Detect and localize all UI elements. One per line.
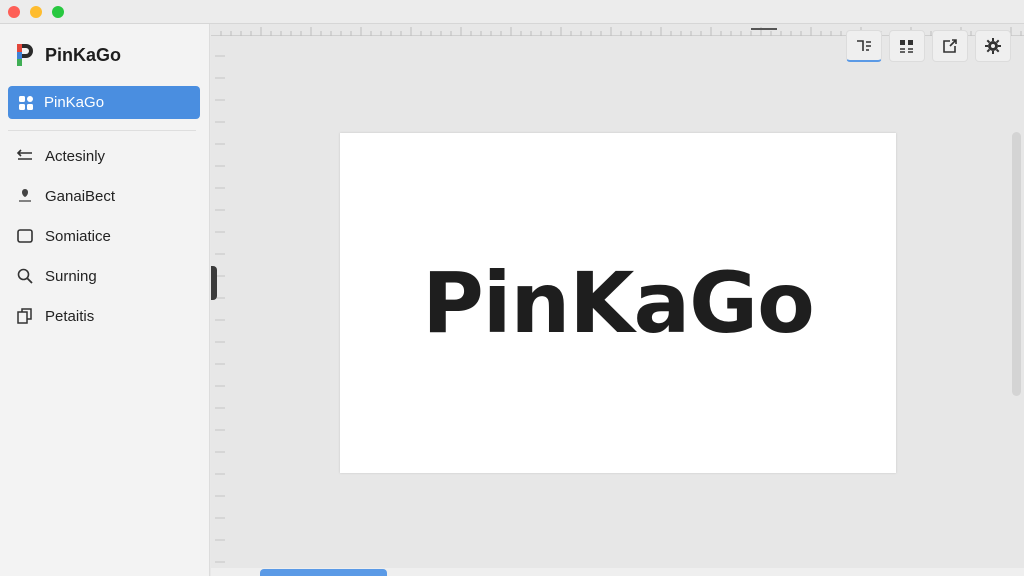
settings-button[interactable] bbox=[975, 30, 1011, 62]
sidebar-item-label: Surning bbox=[45, 267, 97, 285]
window-close-button[interactable] bbox=[8, 6, 20, 18]
text-align-icon bbox=[857, 39, 871, 51]
horizontal-scrollbar[interactable] bbox=[260, 569, 387, 576]
sidebar-item-label: Actesinly bbox=[45, 147, 106, 165]
export-icon bbox=[943, 39, 957, 53]
sidebar-item-pinkago[interactable]: PinKaGo bbox=[8, 86, 200, 119]
text-align-button[interactable] bbox=[846, 30, 882, 62]
square-icon bbox=[16, 227, 34, 245]
export-button[interactable] bbox=[932, 30, 968, 62]
sidebar-item-label: Petaitis bbox=[45, 307, 95, 325]
pin-icon bbox=[16, 187, 34, 205]
sidebar-item-label: PinKaGo bbox=[44, 94, 105, 111]
app-name: PinKaGo bbox=[45, 44, 122, 65]
sidebar-item-petaitis[interactable]: Petaitis bbox=[0, 296, 210, 336]
search-icon bbox=[16, 267, 34, 285]
window-maximize-button[interactable] bbox=[52, 6, 64, 18]
sidebar-item-surning[interactable]: Surning bbox=[0, 256, 210, 296]
gear-icon bbox=[985, 38, 1001, 54]
sidebar: PinKaGo PinKaGo Actesinly GanaiBect Somi… bbox=[0, 24, 210, 576]
panel-resize-handle[interactable] bbox=[211, 266, 217, 300]
columns-button[interactable] bbox=[889, 30, 925, 62]
sidebar-item-ganaibect[interactable]: GanaiBect bbox=[0, 176, 210, 216]
title-bar bbox=[0, 0, 1024, 24]
copy-icon bbox=[16, 307, 34, 325]
sidebar-item-actesinly[interactable]: Actesinly bbox=[0, 136, 210, 176]
sidebar-item-somiatice[interactable]: Somiatice bbox=[0, 216, 210, 256]
window-minimize-button[interactable] bbox=[30, 6, 42, 18]
columns-icon bbox=[900, 40, 913, 53]
design-canvas[interactable]: PinKaGo bbox=[340, 133, 896, 473]
vertical-scrollbar[interactable] bbox=[1012, 132, 1021, 396]
canvas-toolbar bbox=[846, 30, 1018, 64]
brand: PinKaGo bbox=[14, 42, 121, 68]
arrow-left-lines-icon bbox=[16, 147, 34, 165]
sidebar-item-label: Somiatice bbox=[45, 227, 111, 245]
app-logo-icon bbox=[17, 44, 33, 66]
sidebar-item-label: GanaiBect bbox=[45, 187, 116, 205]
grid-icon bbox=[19, 95, 33, 110]
sidebar-divider bbox=[8, 130, 196, 131]
sidebar-nav: Actesinly GanaiBect Somiatice Surning Pe… bbox=[0, 136, 210, 336]
left-ruler bbox=[215, 55, 225, 563]
editor-workspace: PinKaGo bbox=[211, 24, 1024, 576]
canvas-logo-text[interactable]: PinKaGo bbox=[422, 254, 815, 352]
